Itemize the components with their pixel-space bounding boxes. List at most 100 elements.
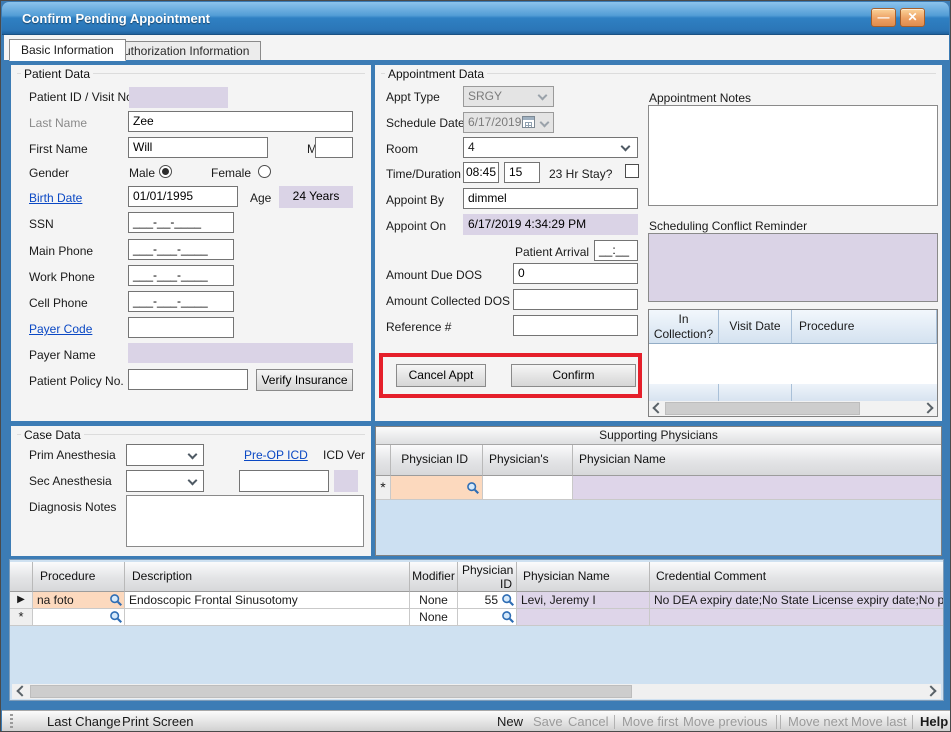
procedures-col-physician-name[interactable]: Physician Name (517, 562, 650, 592)
lookup-magnifier-icon[interactable] (109, 610, 123, 624)
appointment-notes-textarea[interactable] (648, 105, 938, 206)
physicians-col-name[interactable]: Physician Name (573, 445, 941, 476)
last-name-input[interactable]: Zee (128, 111, 353, 132)
ssn-label: SSN (29, 217, 54, 231)
appt-type-label: Appt Type (386, 90, 440, 104)
birth-date-link[interactable]: Birth Date (29, 191, 82, 205)
scroll-left-icon[interactable] (652, 402, 663, 413)
room-select[interactable]: 4 (463, 137, 638, 158)
collection-grid-col-in-collection[interactable]: In Collection? (649, 310, 719, 344)
save-button[interactable]: Save (533, 714, 563, 729)
move-first-button[interactable]: Move first (622, 714, 678, 729)
patient-arrival-input[interactable]: __:__ (594, 240, 638, 261)
lookup-magnifier-icon[interactable] (109, 593, 123, 607)
cell-phone-input[interactable]: ___-___-____ (128, 291, 234, 312)
modifier-cell[interactable]: None (410, 592, 458, 609)
amount-collected-input[interactable] (513, 289, 638, 310)
description-cell[interactable]: Endoscopic Frontal Sinusotomy (125, 592, 410, 609)
move-next-button[interactable]: Move next (788, 714, 848, 729)
first-name-label: First Name (29, 142, 88, 156)
move-last-button[interactable]: Move last (851, 714, 907, 729)
supporting-physicians-title: Supporting Physicians (376, 427, 941, 445)
first-name-input[interactable]: Will (128, 137, 268, 158)
collection-grid-hscrollbar[interactable] (649, 401, 937, 416)
scrollbar-thumb[interactable] (665, 402, 860, 415)
lookup-magnifier-icon[interactable] (466, 480, 480, 494)
patient-id-field (129, 87, 228, 108)
lookup-magnifier-icon[interactable] (501, 593, 515, 607)
separator (912, 715, 913, 729)
last-name-label: Last Name (29, 116, 87, 130)
time-input[interactable]: 08:45 (463, 162, 499, 183)
pre-op-icd-link[interactable]: Pre-OP ICD (244, 448, 308, 462)
physicians-new-row-marker: * (376, 476, 391, 500)
help-button[interactable]: Help (920, 714, 948, 729)
scroll-left-icon[interactable] (16, 685, 27, 696)
verify-insurance-button[interactable]: Verify Insurance (256, 369, 353, 391)
last-change-button[interactable]: Last Change (47, 714, 121, 729)
physician-id-cell[interactable] (391, 476, 483, 500)
procedures-col-description[interactable]: Description (125, 562, 410, 592)
procedure-cell[interactable] (33, 609, 125, 626)
appoint-on-field: 6/17/2019 4:34:29 PM (463, 214, 638, 235)
separator (614, 715, 615, 729)
birth-date-input[interactable]: 01/01/1995 (128, 186, 238, 207)
main-phone-input[interactable]: ___-___-____ (128, 239, 234, 260)
new-button[interactable]: New (497, 714, 523, 729)
payer-code-link[interactable]: Payer Code (29, 322, 92, 336)
sec-anesthesia-select[interactable] (126, 470, 204, 492)
stay-checkbox[interactable] (625, 164, 639, 178)
patient-policy-input[interactable] (128, 369, 248, 390)
collection-grid-col-visit-date[interactable]: Visit Date (719, 310, 792, 344)
move-previous-button[interactable]: Move previous (683, 714, 768, 729)
diagnosis-notes-textarea[interactable] (126, 495, 364, 547)
reference-input[interactable] (513, 315, 638, 336)
procedures-selector-header (10, 562, 33, 592)
cancel-appt-button[interactable]: Cancel Appt (396, 364, 486, 387)
lookup-magnifier-icon[interactable] (501, 610, 515, 624)
calendar-icon (522, 116, 535, 128)
work-phone-input[interactable]: ___-___-____ (128, 265, 234, 286)
duration-input[interactable]: 15 (504, 162, 540, 183)
chevron-down-icon (540, 118, 550, 128)
appoint-by-input[interactable]: dimmel (463, 188, 638, 209)
description-cell[interactable] (125, 609, 410, 626)
physician-id-cell[interactable]: 55 (458, 592, 517, 609)
tab-authorization-information[interactable]: Authorization Information (104, 41, 261, 60)
physician-role-cell[interactable] (483, 476, 573, 500)
confirm-button[interactable]: Confirm (511, 364, 636, 387)
procedure-cell[interactable]: na foto (33, 592, 125, 609)
close-button[interactable]: ✕ (900, 8, 925, 27)
collection-grid-col-procedure[interactable]: Procedure (792, 310, 937, 344)
physicians-col-role[interactable]: Physician's Role (483, 445, 573, 476)
procedures-col-credential[interactable]: Credential Comment (650, 562, 943, 592)
procedures-hscrollbar[interactable] (12, 684, 941, 699)
prim-anesthesia-select[interactable] (126, 444, 204, 466)
appoint-by-label: Appoint By (386, 193, 444, 207)
ssn-input[interactable]: ___-__-____ (128, 212, 234, 233)
procedures-col-physician-id[interactable]: Physician ID (458, 562, 517, 592)
minimize-button[interactable]: — (871, 8, 896, 27)
physicians-col-id[interactable]: Physician ID (391, 445, 483, 476)
appt-type-select[interactable]: SRGY (463, 86, 554, 107)
gender-female-radio[interactable] (258, 165, 271, 178)
procedures-col-procedure[interactable]: Procedure (33, 562, 125, 592)
procedures-col-modifier[interactable]: Modifier (410, 562, 458, 592)
conflict-reminder-textarea[interactable] (648, 233, 938, 302)
physician-id-cell[interactable] (458, 609, 517, 626)
collection-grid: In Collection? Visit Date Procedure (648, 309, 938, 417)
tab-basic-information[interactable]: Basic Information (9, 39, 126, 61)
scrollbar-thumb[interactable] (30, 685, 632, 698)
scroll-right-icon[interactable] (922, 402, 933, 413)
mi-input[interactable] (315, 137, 353, 158)
gender-male-radio[interactable] (159, 165, 172, 178)
scroll-right-icon[interactable] (925, 685, 936, 696)
modifier-cell[interactable]: None (410, 609, 458, 626)
print-screen-button[interactable]: Print Screen (122, 714, 194, 729)
appoint-on-label: Appoint On (386, 219, 446, 233)
amount-due-input[interactable]: 0 (513, 263, 638, 284)
payer-code-input[interactable] (128, 317, 234, 338)
cancel-button[interactable]: Cancel (568, 714, 608, 729)
pre-op-icd-input[interactable] (239, 470, 329, 492)
schedule-date-picker[interactable]: 6/17/2019 (463, 112, 554, 133)
